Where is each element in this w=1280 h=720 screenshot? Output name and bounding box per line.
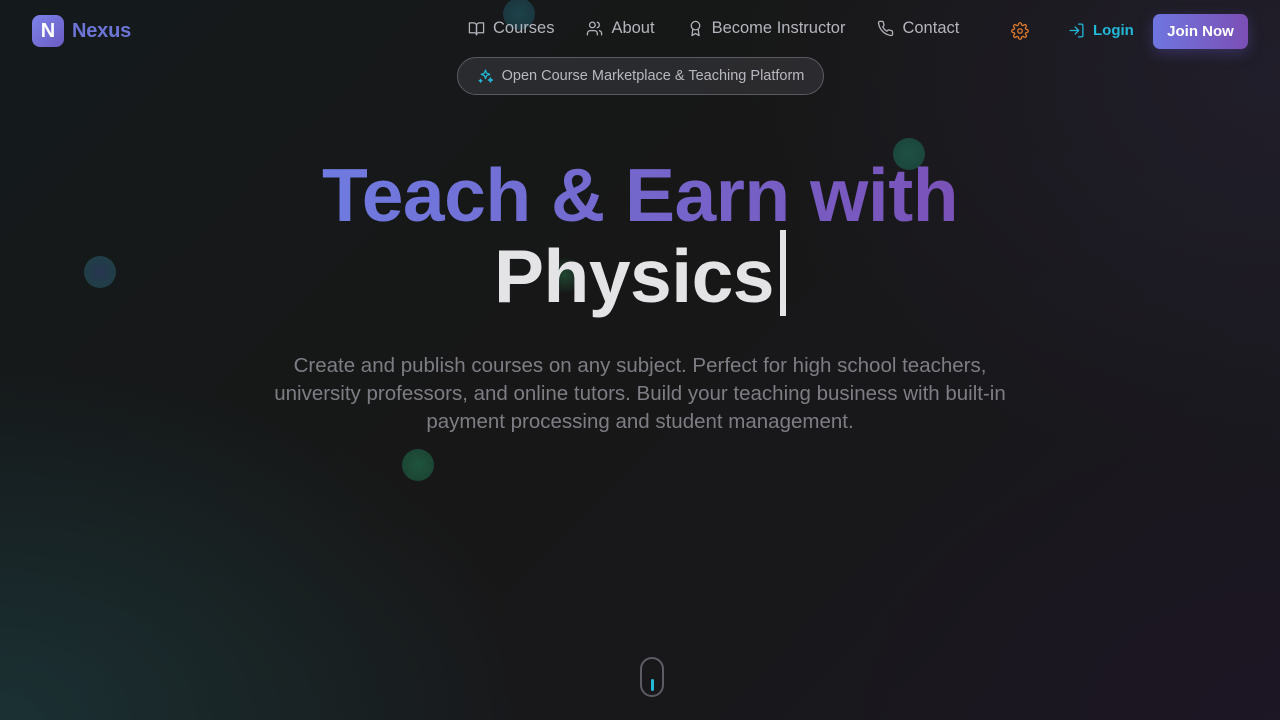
scroll-indicator-dot: [651, 679, 654, 691]
login-label: Login: [1093, 22, 1134, 39]
gear-icon: [1011, 22, 1029, 40]
logo-mark: N: [32, 15, 64, 47]
hero-title-line1: Teach & Earn with: [321, 153, 959, 237]
join-now-button[interactable]: Join Now: [1153, 14, 1248, 49]
platform-badge-text: Open Course Marketplace & Teaching Platf…: [501, 68, 805, 84]
decorative-orb: [402, 449, 434, 481]
book-open-icon: [468, 22, 485, 36]
sparkles-icon: [478, 69, 493, 83]
typed-subject: Physics: [493, 234, 775, 318]
brand-logo-link[interactable]: N Nexus: [32, 15, 131, 47]
nav-link-contact[interactable]: Contact: [877, 19, 959, 38]
nav-link-courses[interactable]: Courses: [468, 19, 554, 38]
nav-link-label: About: [611, 19, 655, 37]
platform-badge: Open Course Marketplace & Teaching Platf…: [457, 57, 824, 95]
nav-link-label: Become Instructor: [711, 19, 846, 37]
hero-title-line2: Physics: [0, 230, 1280, 316]
hero-title: Teach & Earn with Physics: [0, 158, 1280, 316]
top-navbar: N Nexus Courses About Become Instructor …: [0, 0, 1280, 62]
nav-link-label: Contact: [902, 19, 960, 37]
settings-button[interactable]: [1011, 22, 1029, 40]
nav-link-about[interactable]: About: [586, 19, 655, 38]
brand-name: Nexus: [72, 19, 132, 42]
users-icon: [587, 21, 603, 36]
login-link[interactable]: Login: [1068, 22, 1134, 39]
phone-icon: [878, 20, 894, 37]
nav-link-become-instructor[interactable]: Become Instructor: [687, 19, 846, 38]
nav-links: Courses About Become Instructor Contact: [468, 19, 959, 38]
log-in-icon: [1069, 23, 1084, 38]
award-icon: [690, 20, 700, 37]
hero-description: Create and publish courses on any subjec…: [274, 354, 1006, 433]
scroll-indicator[interactable]: [640, 657, 664, 697]
nav-link-label: Courses: [493, 19, 555, 37]
typing-caret: [780, 230, 787, 316]
